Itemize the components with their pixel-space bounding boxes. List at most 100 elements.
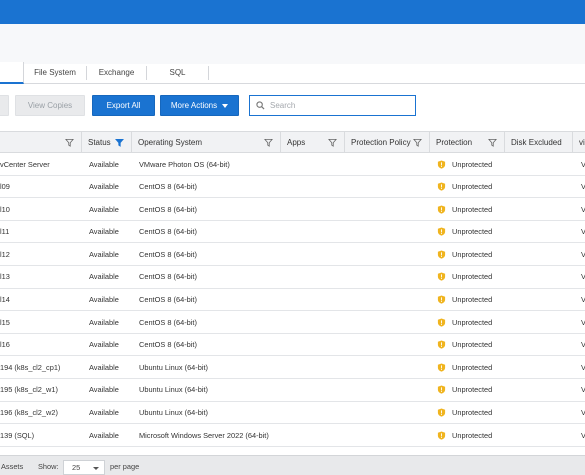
table-row[interactable]: l15 Available CentOS 8 (64-bit) Unprotected… (0, 311, 585, 334)
view-copies-button[interactable]: View Copies (15, 95, 85, 116)
top-app-bar (0, 0, 585, 24)
table-row[interactable]: l09 Available CentOS 8 (64-bit) Unprotected… (0, 175, 585, 199)
cell-truncated: V (581, 295, 585, 305)
cell-name: l16 (0, 340, 10, 350)
tab-sql[interactable]: SQL (147, 62, 208, 83)
cell-name: 194 (k8s_cl2_cp1) (0, 362, 61, 372)
tab-exchange[interactable]: Exchange (87, 62, 146, 83)
cell-protection: Unprotected (437, 221, 505, 243)
cell-operating-system: CentOS 8 (64-bit) (139, 340, 197, 350)
cell-operating-system: CentOS 8 (64-bit) (139, 249, 197, 259)
column-label: vi (579, 137, 585, 147)
shield-warning-icon (437, 182, 446, 191)
column-header-disk-excluded[interactable]: Disk Excluded (505, 132, 573, 152)
protection-status-text: Unprotected (452, 182, 493, 192)
cell-name: 196 (k8s_cl2_w2) (0, 408, 58, 418)
search-icon (256, 101, 265, 110)
filter-icon[interactable] (413, 138, 422, 147)
table-row[interactable]: l14 Available CentOS 8 (64-bit) Unprotected… (0, 288, 585, 312)
page-size-value: 25 (72, 463, 81, 472)
protection-status-text: Unprotected (452, 227, 493, 237)
cell-truncated: V (581, 204, 585, 214)
cell-protection: Unprotected (437, 153, 505, 175)
table-row[interactable]: l13 Available CentOS 8 (64-bit) Unprotected… (0, 265, 585, 289)
cell-name: l15 (0, 317, 10, 327)
column-header-protection-policy[interactable]: Protection Policy (345, 132, 430, 152)
cell-protection: Unprotected (437, 379, 505, 401)
column-header-protection[interactable]: Protection (430, 132, 505, 152)
cell-protection: Unprotected (437, 266, 505, 288)
filter-icon[interactable] (65, 138, 74, 147)
table-row[interactable]: vCenter Server Available VMware Photon OS … (0, 153, 585, 176)
filter-active-icon[interactable] (115, 138, 124, 147)
cell-status: Available (89, 182, 119, 192)
protection-status-text: Unprotected (452, 385, 493, 395)
cell-operating-system: Microsoft Windows Server 2022 (64-bit) (139, 430, 269, 440)
toolbar: View Copies Export All More Actions (0, 95, 585, 117)
truncated-button[interactable] (0, 95, 9, 116)
cell-protection: Unprotected (437, 198, 505, 220)
tab-label: File System (34, 68, 76, 77)
show-label: Show: (38, 456, 59, 475)
tab-label: SQL (169, 68, 186, 77)
table-row[interactable]: l16 Available CentOS 8 (64-bit) Unprotected… (0, 333, 585, 357)
more-actions-button[interactable]: More Actions (160, 95, 239, 116)
column-label: Protection Policy (351, 137, 411, 147)
tab-file-system[interactable]: File System (25, 62, 85, 83)
shield-warning-icon (437, 250, 446, 259)
table-row[interactable]: 196 (k8s_cl2_w2) Available Ubuntu Linux (6… (0, 401, 585, 425)
filter-icon[interactable] (488, 138, 497, 147)
cell-status: Available (89, 362, 119, 372)
cell-truncated: V (581, 272, 585, 282)
chevron-down-icon (222, 103, 229, 108)
chevron-down-icon (93, 467, 99, 470)
column-header-truncated[interactable]: vi (573, 132, 585, 152)
table-body: vCenter Server Available VMware Photon OS … (0, 153, 585, 447)
filter-icon[interactable] (264, 138, 273, 147)
shield-warning-icon (437, 363, 446, 372)
cell-operating-system: CentOS 8 (64-bit) (139, 317, 197, 327)
cell-status: Available (89, 317, 119, 327)
cell-status: Available (89, 159, 119, 169)
cell-status: Available (89, 385, 119, 395)
page-size-select[interactable]: 25 (63, 460, 105, 475)
shield-warning-icon (437, 272, 446, 282)
table-row[interactable]: 194 (k8s_cl2_cp1) Available Ubuntu Linux (… (0, 356, 585, 379)
tab-active[interactable] (0, 62, 24, 84)
column-label: Disk Excluded (511, 137, 562, 147)
more-actions-label: More Actions (170, 101, 218, 110)
cell-operating-system: CentOS 8 (64-bit) (139, 204, 197, 214)
column-header-operating-system[interactable]: Operating System (132, 132, 281, 152)
search-input[interactable] (270, 101, 410, 110)
cell-operating-system: Ubuntu Linux (64-bit) (139, 385, 209, 395)
cell-truncated: V (581, 430, 585, 440)
column-header-apps[interactable]: Apps (281, 132, 345, 152)
export-all-label: Export All (106, 101, 141, 110)
cell-truncated: V (581, 340, 585, 350)
cell-truncated: V (581, 159, 585, 169)
table-row[interactable]: l12 Available CentOS 8 (64-bit) Unprotected… (0, 243, 585, 266)
protection-status-text: Unprotected (452, 362, 493, 372)
cell-truncated: V (581, 362, 585, 372)
cell-truncated: V (581, 385, 585, 395)
export-all-button[interactable]: Export All (92, 95, 155, 116)
per-page-text: per page (110, 461, 140, 471)
cell-status: Available (89, 249, 119, 259)
filter-icon[interactable] (328, 138, 337, 147)
search-box[interactable] (249, 95, 416, 116)
cell-status: Available (89, 272, 119, 282)
cell-name: l10 (0, 204, 10, 214)
cell-status: Available (89, 227, 119, 237)
cell-status: Available (89, 408, 119, 418)
tab-divider (208, 66, 209, 80)
cell-protection: Unprotected (437, 356, 505, 378)
protection-status-text: Unprotected (452, 430, 493, 440)
column-header-status[interactable]: Status (82, 132, 132, 152)
table-row[interactable]: 139 (SQL) Available Microsoft Windows Serv… (0, 424, 585, 447)
table-row[interactable]: 195 (k8s_cl2_w1) Available Ubuntu Linux (6… (0, 378, 585, 402)
table-row[interactable]: l11 Available CentOS 8 (64-bit) Unprotected… (0, 220, 585, 244)
column-header-name[interactable] (0, 132, 82, 152)
table-row[interactable]: l10 Available CentOS 8 (64-bit) Unprotected… (0, 198, 585, 221)
cell-truncated: V (581, 317, 585, 327)
shield-warning-icon (437, 295, 446, 304)
